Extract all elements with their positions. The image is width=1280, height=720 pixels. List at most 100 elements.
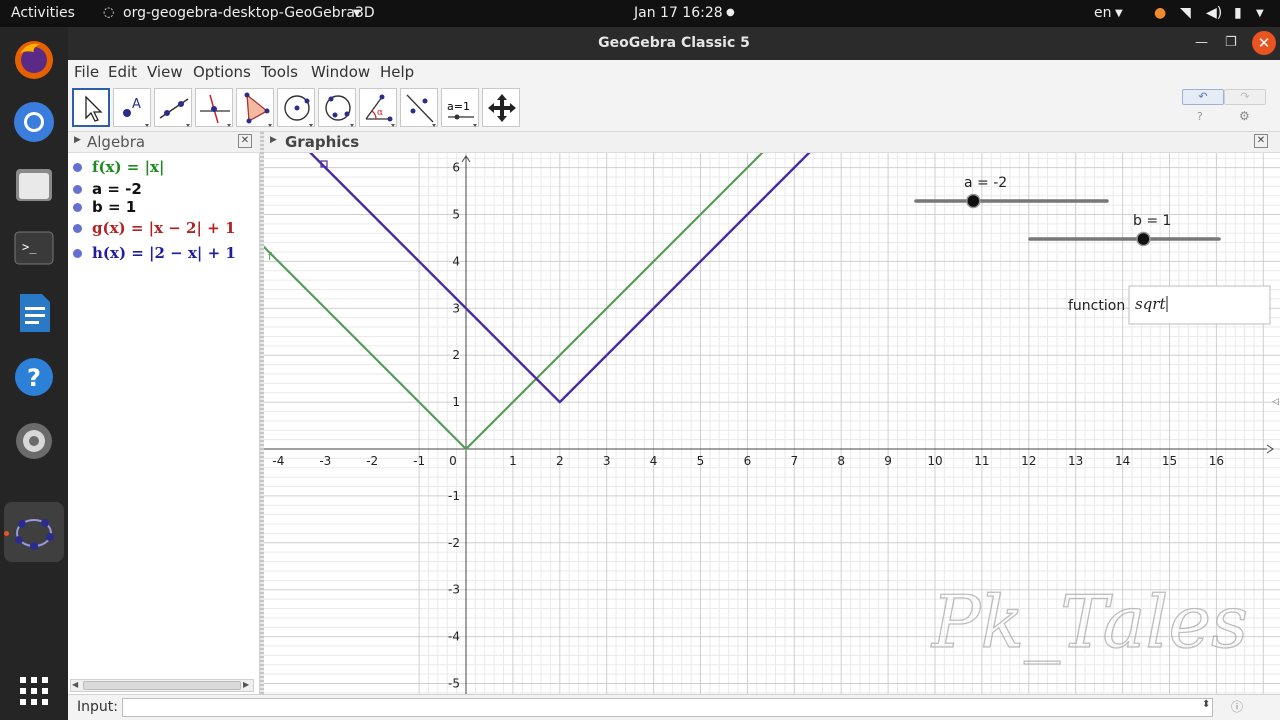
visibility-toggle-icon[interactable]: [73, 163, 82, 172]
style-bar-toggle-icon[interactable]: ◁: [1272, 397, 1279, 407]
scroll-left-icon[interactable]: ◀: [72, 680, 78, 689]
algebra-collapse-icon[interactable]: ▶: [74, 135, 81, 145]
input-label: Input:: [77, 699, 118, 715]
scroll-right-icon[interactable]: ▶: [243, 680, 249, 689]
menu-edit[interactable]: Edit: [108, 63, 137, 81]
input-box-value[interactable]: sqrt: [1135, 295, 1166, 313]
toolbar-help-icon[interactable]: ?: [1197, 110, 1203, 123]
menu-window[interactable]: Window: [311, 63, 370, 81]
algebra-item[interactable]: h(x) = |2 − x| + 1: [68, 244, 260, 264]
algebra-header: ▶ Algebra ✕: [68, 132, 260, 153]
algebra-close-icon[interactable]: ✕: [238, 134, 252, 148]
reflect-tool-button[interactable]: [400, 88, 438, 127]
x-tick-label: -2: [366, 454, 378, 468]
algebra-item[interactable]: a = -2: [68, 180, 260, 200]
angle-tool-button[interactable]: α: [359, 88, 397, 127]
activities-button[interactable]: Activities: [11, 5, 75, 21]
menu-file[interactable]: File: [74, 63, 99, 81]
input-bar: Input: ⬍ ⓘ: [68, 694, 1280, 720]
files-icon[interactable]: [10, 161, 58, 209]
toolbar: A α a=1 ↶ ↷ ? ⚙: [68, 84, 1280, 132]
move-graphics-icon: [488, 94, 516, 122]
graphics-canvas[interactable]: -4 -3 -2 -1 0 1 2 3 4 5 6 7 8 9 10 11 12 13 14 15 16 654321-…: [264, 153, 1280, 694]
watermark: Pk_Tales: [930, 580, 1248, 664]
writer-icon[interactable]: [10, 289, 58, 337]
polygon-icon: [244, 92, 272, 127]
show-apps-icon[interactable]: [10, 667, 58, 715]
wifi-icon[interactable]: ◥: [1180, 5, 1191, 21]
language-chevron-icon: ▼: [1115, 8, 1123, 19]
input-history-icon[interactable]: ⬍: [1202, 699, 1210, 710]
circle-tool-button[interactable]: [277, 88, 315, 127]
terminal-icon[interactable]: >_: [10, 224, 58, 272]
input-box-label: function: [1068, 298, 1125, 314]
x-tick-labels: -4 -3 -2 -1 0 1 2 3 4 5 6 7 8 9 10 11 12 13 14 15 16: [272, 454, 1224, 468]
point-icon: A: [123, 97, 149, 127]
algebra-item[interactable]: b = 1: [68, 198, 260, 218]
firefox-icon[interactable]: [10, 36, 58, 84]
menu-bar: File Edit View Options Tools Window Help: [68, 60, 1280, 84]
slider-b-label: b = 1: [1133, 213, 1171, 229]
algebra-horizontal-scrollbar[interactable]: ◀ ▶: [70, 679, 254, 692]
menu-options[interactable]: Options: [193, 63, 251, 81]
graphics-view[interactable]: ▶ Graphics ✕ -4 -3 -2 -1 0 1 2 3 4 5 6 7 8 9 10 11 12 13 1…: [264, 132, 1280, 694]
visibility-toggle-icon[interactable]: [73, 224, 82, 233]
y-tick-label: 4: [452, 254, 460, 268]
move-graphics-tool-button[interactable]: [482, 88, 520, 127]
toolbar-gear-icon[interactable]: ⚙: [1239, 109, 1250, 123]
window-title: GeoGebra Classic 5: [598, 35, 750, 51]
system-menu-chevron-icon[interactable]: ▼: [1256, 8, 1264, 19]
line-tool-button[interactable]: [154, 88, 192, 127]
restore-icon[interactable]: ❐: [1225, 35, 1237, 50]
visibility-toggle-icon[interactable]: [73, 185, 82, 194]
window-titlebar[interactable]: GeoGebra Classic 5 — ❐ ✕: [68, 27, 1280, 60]
help-icon[interactable]: ?: [10, 353, 58, 401]
y-tick-label: -4: [448, 630, 460, 644]
clock[interactable]: Jan 17 16:28: [634, 5, 723, 21]
geogebra-icon[interactable]: [10, 508, 58, 556]
close-icon[interactable]: ✕: [1252, 31, 1276, 55]
point-tool-button[interactable]: A: [113, 88, 151, 127]
circle-three-points-tool-button[interactable]: [318, 88, 356, 127]
undo-icon[interactable]: ↶: [1182, 89, 1224, 105]
volume-icon[interactable]: ◀): [1206, 5, 1222, 21]
minimize-icon[interactable]: —: [1195, 35, 1208, 50]
x-tick-label: -4: [272, 454, 284, 468]
menu-tools[interactable]: Tools: [261, 63, 298, 81]
graphics-title: Graphics: [285, 133, 360, 151]
x-tick-label: 11: [974, 454, 989, 468]
algebra-item[interactable]: g(x) = |x − 2| + 1: [68, 219, 260, 239]
graphics-collapse-icon[interactable]: ▶: [270, 135, 277, 145]
y-tick-label: 3: [452, 301, 460, 315]
visibility-toggle-icon[interactable]: [73, 249, 82, 258]
y-tick-label: -2: [448, 536, 460, 550]
perpendicular-tool-button[interactable]: [195, 88, 233, 127]
polygon-tool-button[interactable]: [236, 88, 274, 127]
algebra-item[interactable]: f(x) = |x|: [68, 158, 260, 178]
slider-a-label: a = -2: [964, 175, 1007, 191]
status-dot-icon[interactable]: ●: [1154, 5, 1166, 21]
input-field[interactable]: [122, 698, 1213, 717]
battery-icon[interactable]: ▮: [1234, 5, 1242, 21]
menu-help[interactable]: Help: [380, 63, 414, 81]
slider-tool-button[interactable]: a=1: [441, 88, 479, 127]
move-tool-button[interactable]: [72, 88, 110, 127]
svg-text:?: ?: [27, 364, 41, 392]
algebra-view: ▶ Algebra ✕ f(x) = |x| a = -2 b = 1 g(x)…: [68, 132, 260, 694]
redo-icon[interactable]: ↷: [1224, 89, 1266, 105]
visibility-toggle-icon[interactable]: [73, 203, 82, 212]
graphics-close-icon[interactable]: ✕: [1254, 134, 1268, 148]
y-tick-label: -5: [448, 677, 460, 691]
settings-icon[interactable]: [10, 417, 58, 465]
app-menu[interactable]: org-geogebra-desktop-GeoGebra3D: [123, 5, 375, 21]
language-indicator[interactable]: en: [1094, 5, 1112, 21]
chromium-icon[interactable]: [10, 98, 58, 146]
input-help-icon[interactable]: ⓘ: [1231, 698, 1243, 715]
slider-a-knob[interactable]: [966, 193, 981, 209]
algebra-item-text: b = 1: [92, 198, 137, 216]
perpendicular-icon: [200, 94, 231, 127]
menu-view[interactable]: View: [147, 63, 183, 81]
algebra-title: Algebra: [87, 133, 146, 151]
slider-b-knob[interactable]: [1136, 231, 1151, 247]
scroll-thumb[interactable]: [83, 681, 241, 690]
